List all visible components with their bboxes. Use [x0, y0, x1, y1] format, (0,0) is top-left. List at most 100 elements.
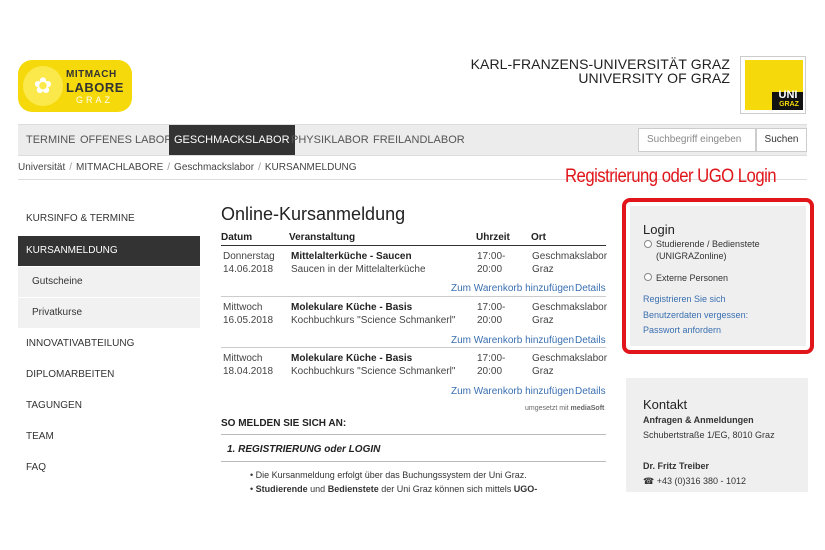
table-row-event: Mittelalterküche - Saucen Saucen in der … [291, 250, 426, 276]
sidebar-item-faq[interactable]: FAQ [18, 453, 200, 483]
list-item: • Die Kursanmeldung erfolgt über das Buc… [250, 470, 527, 480]
sidebar-item-gutscheine[interactable]: Gutscheine [18, 267, 200, 297]
breadcrumb-item[interactable]: Geschmackslabor [174, 156, 254, 180]
breadcrumb-item[interactable]: Universität [18, 156, 65, 180]
step-heading: 1. REGISTRIERUNG oder LOGIN [227, 444, 381, 455]
table-row-place: Geschmakslabor Graz [532, 352, 607, 378]
university-name-de: KARL-FRANZENS-UNIVERSITÄT GRAZ [470, 56, 730, 72]
university-name-en: UNIVERSITY OF GRAZ [578, 70, 730, 86]
forgot-credentials-link[interactable]: Benutzerdaten vergessen: [643, 310, 748, 320]
list-item-text: der Uni Graz können sich mittels [378, 484, 514, 494]
breadcrumb-item: KURSANMELDUNG [264, 162, 357, 173]
table-row-place: Geschmakslabor Graz [532, 250, 607, 276]
uni-logo-text: UNI [778, 89, 798, 101]
row-city: Graz [532, 264, 554, 275]
login-title: Login [643, 222, 675, 237]
list-item-text: Die Kursanmeldung erfolgt über das Buchu… [255, 470, 527, 480]
nav-item-freilandlabor[interactable]: FREILANDLABOR [373, 125, 465, 155]
row-day: Mittwoch [223, 353, 263, 364]
sidebar-item-kursanmeldung[interactable]: KURSANMELDUNG [18, 236, 200, 266]
row-time-to: 20:00 [477, 264, 503, 275]
table-row-event: Molekulare Küche - Basis Kochbuchkurs "S… [291, 301, 455, 327]
row-city: Graz [532, 366, 554, 377]
row-day: Mittwoch [223, 302, 263, 313]
uni-logo-subtext: GRAZ [779, 101, 799, 108]
logo-line3: GRAZ [76, 95, 114, 105]
university-name[interactable]: KARL-FRANZENS-UNIVERSITÄT GRAZ UNIVERSIT… [471, 57, 730, 85]
list-item-bold: Studierende [255, 484, 308, 494]
nav-item-physiklabor[interactable]: PHYSIKLABOR [291, 125, 369, 155]
powered-by-brand: mediaSoft [570, 405, 605, 412]
details-link[interactable]: Details [575, 386, 606, 397]
row-date: 18.04.2018 [223, 366, 274, 377]
table-row-time: 17:00- 20:00 [477, 250, 505, 276]
nav-item-offenes-labor[interactable]: OFFENES LABOR [80, 125, 172, 155]
row-day: Donnerstag [223, 251, 275, 262]
contact-title: Kontakt [643, 397, 688, 412]
request-password-link[interactable]: Passwort anfordern [643, 325, 721, 335]
list-item-text: und [307, 484, 328, 494]
powered-by: umgesetzt mit mediaSoft [525, 405, 604, 412]
details-link[interactable]: Details [575, 335, 606, 346]
contact-phone[interactable]: ☎ +43 (0)316 380 - 1012 [643, 476, 746, 487]
logo-line2: LABORE [66, 80, 124, 95]
list-item-bold: UGO- [513, 484, 538, 494]
radio-externe-label[interactable]: Externe Personen [656, 272, 728, 284]
sidebar-item-tagungen[interactable]: TAGUNGEN [18, 391, 200, 421]
row-place: Geschmakslabor [532, 302, 608, 313]
row-title: Mittelalterküche - Saucen [291, 251, 412, 262]
list-item-bold: Bedienstete [327, 484, 379, 494]
row-time-from: 17:00- [477, 353, 506, 364]
row-subtitle: Kochbuchkurs "Science Schmankerl" [291, 366, 456, 377]
row-title: Molekulare Küche - Basis [291, 353, 413, 364]
table-row-place: Geschmakslabor Graz [532, 301, 607, 327]
radio-label-line1: Studierende / Bedienstete [656, 239, 760, 249]
sidebar-item-diplomarbeiten[interactable]: DIPLOMARBEITEN [18, 360, 200, 390]
row-divider [221, 296, 606, 297]
radio-label-line2: (UNIGRAZonline) [656, 251, 727, 261]
row-title: Molekulare Küche - Basis [291, 302, 413, 313]
powered-by-text: umgesetzt mit [525, 405, 569, 412]
list-item: • Studierende und Bedienstete der Uni Gr… [250, 484, 537, 494]
sidebar-item-privatkurse[interactable]: Privatkurse [18, 298, 200, 328]
sidebar-item-team[interactable]: TEAM [18, 422, 200, 452]
search-input[interactable]: Suchbegriff eingeben [638, 128, 756, 152]
row-date: 14.06.2018 [223, 264, 274, 275]
mitmach-labore-logo[interactable]: ✿ MITMACH LABORE GRAZ [18, 60, 132, 112]
search-button[interactable]: Suchen [756, 128, 807, 152]
column-header-ort: Ort [531, 232, 546, 243]
column-header-uhrzeit: Uhrzeit [476, 232, 510, 243]
register-link[interactable]: Registrieren Sie sich [643, 294, 726, 304]
contact-address: Schubertstraße 1/EG, 8010 Graz [643, 430, 775, 440]
add-to-cart-link[interactable]: Zum Warenkorb hinzufügen [451, 335, 574, 346]
table-row-time: 17:00- 20:00 [477, 352, 505, 378]
flower-icon: ✿ [23, 66, 63, 106]
row-time-from: 17:00- [477, 251, 506, 262]
nav-item-geschmackslabor[interactable]: GESCHMACKSLABOR [169, 125, 295, 155]
radio-studierende[interactable] [644, 240, 652, 248]
row-city: Graz [532, 315, 554, 326]
add-to-cart-link[interactable]: Zum Warenkorb hinzufügen [451, 283, 574, 294]
row-date: 16.05.2018 [223, 315, 274, 326]
row-time-from: 17:00- [477, 302, 506, 313]
row-place: Geschmakslabor [532, 251, 608, 262]
row-time-to: 20:00 [477, 315, 503, 326]
annotation-label: Registrierung oder UGO Login [565, 166, 777, 187]
add-to-cart-link[interactable]: Zum Warenkorb hinzufügen [451, 386, 574, 397]
table-row-time: 17:00- 20:00 [477, 301, 505, 327]
radio-externe[interactable] [644, 273, 652, 281]
details-link[interactable]: Details [575, 283, 606, 294]
section-heading: SO MELDEN SIE SICH AN: [221, 418, 347, 429]
breadcrumb-item[interactable]: MITMACHLABORE [76, 156, 163, 180]
phone-icon: ☎ [643, 476, 657, 486]
contact-person: Dr. Fritz Treiber [643, 461, 710, 471]
sidebar-item-kursinfo[interactable]: KURSINFO & TERMINE [18, 204, 200, 234]
table-row-date: Mittwoch 16.05.2018 [223, 301, 273, 327]
row-divider [221, 347, 606, 348]
contact-subtitle: Anfragen & Anmeldungen [643, 415, 754, 425]
nav-item-termine[interactable]: TERMINE [26, 125, 76, 155]
row-place: Geschmakslabor [532, 353, 608, 364]
radio-studierende-label[interactable]: Studierende / Bedienstete (UNIGRAZonline… [656, 238, 760, 262]
table-header-divider [221, 245, 606, 246]
sidebar-item-innovativabteilung[interactable]: INNOVATIVABTEILUNG [18, 329, 200, 359]
